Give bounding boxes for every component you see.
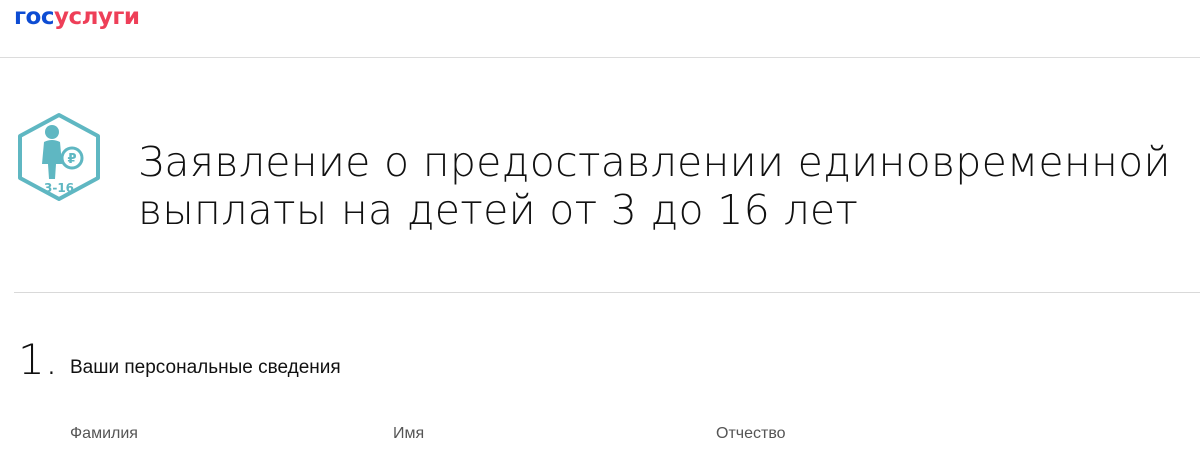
section-number: 1. xyxy=(18,335,59,384)
title-divider xyxy=(14,292,1200,293)
logo-part-gos: гос xyxy=(14,4,54,30)
logo-part-uslugi: услуги xyxy=(53,4,140,30)
section-title: Ваши персональные сведения xyxy=(70,357,341,378)
site-header: госуслуги xyxy=(0,0,1200,58)
page-title: Заявление о предоставлении единовременно… xyxy=(138,138,1171,234)
svg-text:₽: ₽ xyxy=(67,152,76,167)
field-label-name: Имя xyxy=(393,425,425,442)
page: госуслуги ₽ 3-16 Заявление о предоставле… xyxy=(0,0,1200,453)
gosuslugi-logo[interactable]: госуслуги xyxy=(14,4,140,30)
field-label-surname: Фамилия xyxy=(70,425,138,442)
child-ruble-hexagon-icon: ₽ 3-16 xyxy=(18,113,100,201)
field-label-patronymic: Отчество xyxy=(716,425,786,442)
icon-age-label: 3-16 xyxy=(44,181,74,195)
